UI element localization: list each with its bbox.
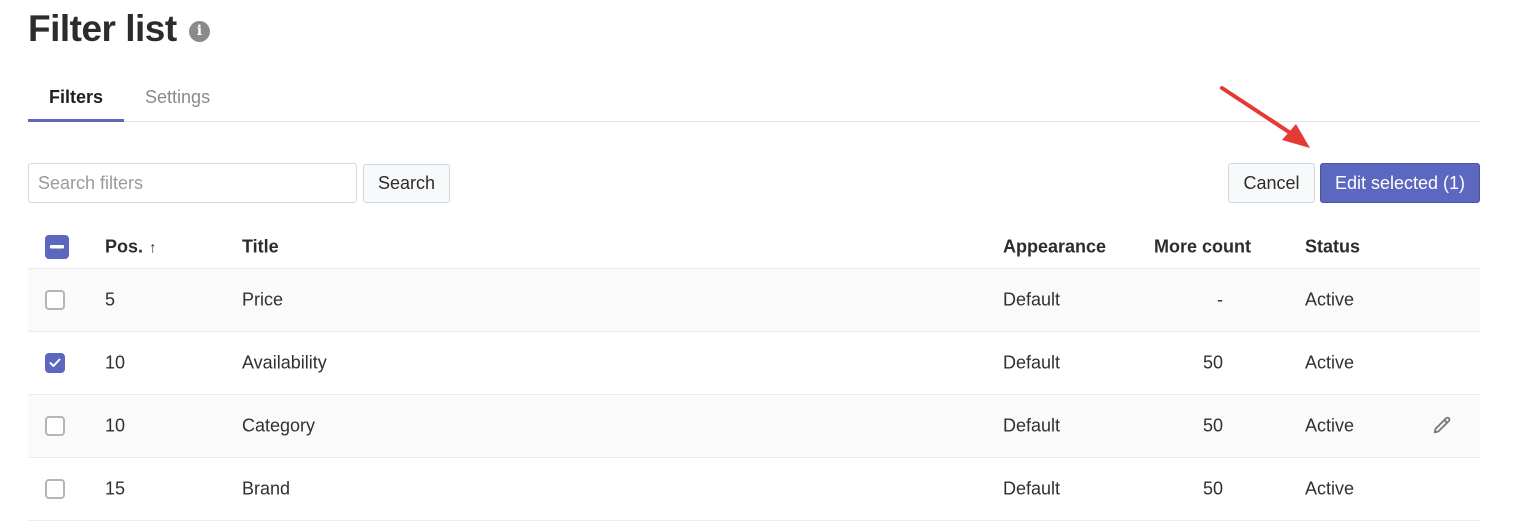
cancel-button[interactable]: Cancel [1228, 163, 1315, 203]
cell-pos: 15 [105, 478, 126, 499]
cell-appearance: Default [1003, 352, 1061, 373]
cell-appearance: Default [1003, 289, 1061, 310]
row-checkbox[interactable] [45, 290, 65, 310]
cell-title: Price [242, 289, 284, 310]
table-header: Pos. ↑ Title Appearance More count Status [28, 225, 1480, 269]
cell-title: Brand [242, 478, 291, 499]
cell-more-count: 50 [1202, 415, 1223, 436]
sort-ascending-icon[interactable]: ↑ [149, 239, 157, 256]
column-header-pos[interactable]: Pos. ↑ [105, 236, 157, 257]
tab-filters[interactable]: Filters [28, 76, 125, 122]
select-all-checkbox[interactable] [45, 234, 69, 259]
cell-appearance: Default [1003, 478, 1061, 499]
cell-more-count: - [1217, 289, 1223, 310]
search-button[interactable]: Search [363, 164, 450, 203]
cell-pos: 5 [105, 289, 116, 310]
row-checkbox[interactable] [45, 479, 65, 499]
table-row[interactable]: 15 Brand Default 50 Active [28, 458, 1480, 521]
column-header-appearance: Appearance [1003, 236, 1107, 256]
edit-pencil-icon[interactable] [1431, 415, 1453, 437]
cell-appearance: Default [1003, 415, 1061, 436]
tab-settings[interactable]: Settings [124, 76, 231, 121]
cell-status: Active [1305, 352, 1355, 373]
annotation-arrow-icon [1220, 86, 1310, 148]
row-checkbox[interactable] [45, 416, 65, 436]
minus-icon [50, 244, 64, 248]
cell-more-count: 50 [1202, 478, 1223, 499]
page-title: Filter list i [28, 8, 210, 50]
edit-selected-button[interactable]: Edit selected (1) [1320, 163, 1480, 203]
row-checkbox[interactable] [45, 353, 65, 373]
table-row[interactable]: 10 Availability Default 50 Active [28, 332, 1480, 395]
cell-title: Availability [242, 352, 327, 373]
cell-status: Active [1305, 478, 1355, 499]
checkmark-icon [49, 358, 61, 367]
column-header-more-count: More count [1154, 236, 1251, 256]
page-title-text: Filter list [28, 8, 177, 49]
column-header-status: Status [1305, 236, 1361, 256]
cell-status: Active [1305, 415, 1355, 436]
table-row[interactable]: 5 Price Default - Active [28, 269, 1480, 332]
cell-more-count: 50 [1202, 352, 1223, 373]
column-header-title: Title [242, 236, 279, 256]
cell-pos: 10 [105, 352, 126, 373]
filters-table: Pos. ↑ Title Appearance More count Status… [28, 225, 1480, 521]
info-icon[interactable]: i [188, 20, 210, 42]
cell-title: Category [242, 415, 316, 436]
cell-status: Active [1305, 289, 1355, 310]
search-input[interactable] [28, 163, 357, 203]
table-row[interactable]: 10 Category Default 50 Active [28, 395, 1480, 458]
cell-pos: 10 [105, 415, 126, 436]
